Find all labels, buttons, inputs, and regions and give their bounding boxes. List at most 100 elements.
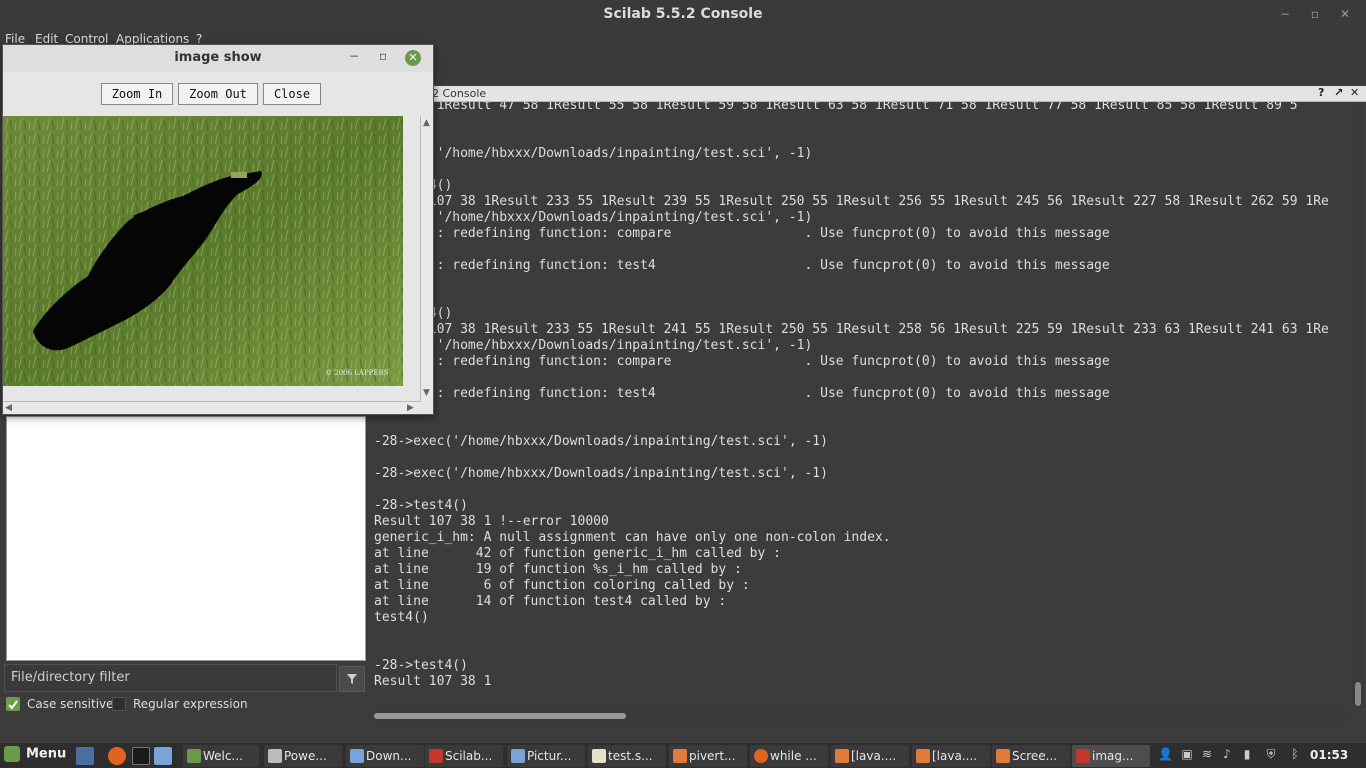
console-panel-header: 2 Console ? ↗ ✕ [372, 86, 1366, 102]
task-image-show[interactable]: imag... [1072, 745, 1150, 767]
shield-icon[interactable]: ⛨ [1264, 747, 1278, 763]
task-label: Powe... [284, 749, 327, 763]
file-filter-input[interactable]: File/directory filter [4, 664, 337, 692]
minimize-button[interactable]: − [1276, 5, 1294, 23]
console-line: Result 107 38 1Result 233 55 1Result 239… [374, 194, 1329, 209]
console-line: -->exec('/home/hbxxx/Downloads/inpaintin… [374, 338, 813, 353]
task-label: Scilab... [445, 749, 493, 763]
task-screenshot[interactable]: Scree... [992, 745, 1070, 767]
task-welcome[interactable]: Welc... [183, 745, 259, 767]
clipboard-icon[interactable]: ▣ [1180, 747, 1194, 763]
console-line: -->exec('/home/hbxxx/Downloads/inpaintin… [374, 146, 813, 161]
console-line: test4() [374, 610, 429, 625]
image-vertical-scrollbar[interactable]: ▲ ▼ [420, 116, 433, 402]
console-line: Warning : redefining function: compare .… [374, 354, 1110, 369]
browser-icon [916, 749, 930, 763]
task-lava-1[interactable]: [lava.... [831, 745, 909, 767]
bluetooth-icon[interactable]: ᛒ [1288, 747, 1302, 763]
case-sensitive-checkbox[interactable] [6, 697, 20, 711]
console-line: -28->test4() [374, 658, 468, 673]
screenshot-icon [996, 749, 1010, 763]
help-icon[interactable]: ? [1318, 86, 1324, 99]
image-canvas[interactable]: © 2006 LAPPERS [3, 116, 403, 386]
restore-button[interactable]: ▫ [1306, 5, 1324, 23]
zoom-out-button[interactable]: Zoom Out [178, 83, 258, 105]
console-horizontal-scrollbar[interactable] [374, 710, 1350, 722]
task-label: pivert... [689, 749, 736, 763]
task-power[interactable]: Powe... [264, 745, 342, 767]
clock[interactable]: 01:53 [1310, 748, 1348, 762]
wifi-icon[interactable]: ≋ [1200, 747, 1214, 763]
undock-icon[interactable]: ↗ [1334, 86, 1343, 99]
task-test-sci[interactable]: test.s... [588, 745, 666, 767]
folder-icon [511, 749, 525, 763]
image-show-window: image show − ▫ ✕ Zoom In Zoom Out Close [2, 44, 434, 415]
scroll-thumb[interactable] [1355, 682, 1361, 706]
file-list[interactable] [6, 416, 366, 661]
console-line: Warning : redefining function: compare .… [374, 226, 1110, 241]
show-desktop-icon[interactable] [76, 747, 94, 765]
task-label: imag... [1092, 749, 1134, 763]
console-line: at line 19 of function %s_i_hm called by… [374, 562, 742, 577]
start-menu-label: Menu [26, 746, 67, 762]
regex-label: Regular expression [133, 697, 248, 711]
scilab-icon [1076, 749, 1090, 763]
image-horizontal-scrollbar[interactable]: ◀ ▶ [3, 401, 420, 414]
console-line: Result 107 38 1 !--error 10000 [374, 514, 609, 529]
task-pictures[interactable]: Pictur... [507, 745, 585, 767]
console-line: generic_i_hm: A null assignment can have… [374, 530, 891, 545]
image-maximize-button[interactable]: ▫ [379, 49, 387, 63]
window-close-button[interactable]: ✕ [1336, 5, 1354, 23]
console-output[interactable]: 81 81 1Result 47 58 1Result 55 58 1Resul… [372, 102, 1352, 708]
terminal-icon[interactable] [132, 747, 150, 765]
task-pivert[interactable]: pivert... [669, 745, 747, 767]
browser-icon [673, 749, 687, 763]
mint-logo-icon [4, 746, 20, 762]
console-line: 81 81 1Result 47 58 1Result 55 58 1Resul… [374, 102, 1298, 113]
console-line: Result 107 38 1 [374, 674, 492, 689]
scroll-left-icon[interactable]: ◀ [5, 403, 12, 413]
task-lava-2[interactable]: [lava.... [912, 745, 990, 767]
scilab-icon [429, 749, 443, 763]
image-close-icon[interactable]: ✕ [405, 50, 421, 66]
console-vertical-scrollbar[interactable] [1352, 102, 1364, 708]
scroll-thumb[interactable] [374, 713, 626, 719]
scroll-right-icon[interactable]: ▶ [407, 403, 414, 413]
task-downloads[interactable]: Down... [346, 745, 424, 767]
battery-icon[interactable]: ▮ [1240, 747, 1254, 763]
console-line: Result 107 38 1Result 233 55 1Result 241… [374, 322, 1329, 337]
console-line: Warning : redefining function: test4 . U… [374, 258, 1110, 273]
task-while[interactable]: while ... [750, 745, 828, 767]
scroll-up-icon[interactable]: ▲ [423, 118, 430, 128]
power-icon [268, 749, 282, 763]
window-title: Scilab 5.5.2 Console [603, 6, 763, 22]
close-icon[interactable]: ✕ [1350, 86, 1359, 99]
regex-checkbox[interactable] [112, 697, 126, 711]
task-label: Pictur... [527, 749, 572, 763]
funnel-icon[interactable] [339, 666, 365, 692]
image-minimize-button[interactable]: − [349, 49, 359, 63]
console-line: Warning : redefining function: test4 . U… [374, 386, 1110, 401]
console-line: -28->exec('/home/hbxxx/Downloads/inpaint… [374, 466, 828, 481]
files-icon[interactable] [154, 747, 172, 765]
start-menu-button[interactable]: Menu [4, 746, 66, 766]
console-line: at line 14 of function test4 called by : [374, 594, 727, 609]
firefox-icon[interactable] [108, 747, 126, 765]
taskbar: Menu Welc... Powe... Down... Scilab... P… [0, 742, 1366, 768]
folder-icon [350, 749, 364, 763]
desktop: Scilab 5.5.2 Console − ▫ ✕ File Edit Con… [0, 0, 1366, 768]
task-label: Scree... [1012, 749, 1058, 763]
task-label: test.s... [608, 749, 653, 763]
user-icon[interactable]: 👤 [1158, 747, 1173, 763]
task-scilab[interactable]: Scilab... [425, 745, 503, 767]
mint-icon [187, 749, 201, 763]
close-button[interactable]: Close [263, 83, 321, 105]
task-label: Welc... [203, 749, 243, 763]
console-line: -->exec('/home/hbxxx/Downloads/inpaintin… [374, 210, 813, 225]
image-window-titlebar: image show − ▫ ✕ [3, 45, 433, 72]
console-line: -28->test4() [374, 498, 468, 513]
scroll-down-icon[interactable]: ▼ [423, 388, 430, 398]
console-line: at line 42 of function generic_i_hm call… [374, 546, 781, 561]
volume-icon[interactable]: ♪ [1220, 747, 1234, 763]
zoom-in-button[interactable]: Zoom In [101, 83, 173, 105]
